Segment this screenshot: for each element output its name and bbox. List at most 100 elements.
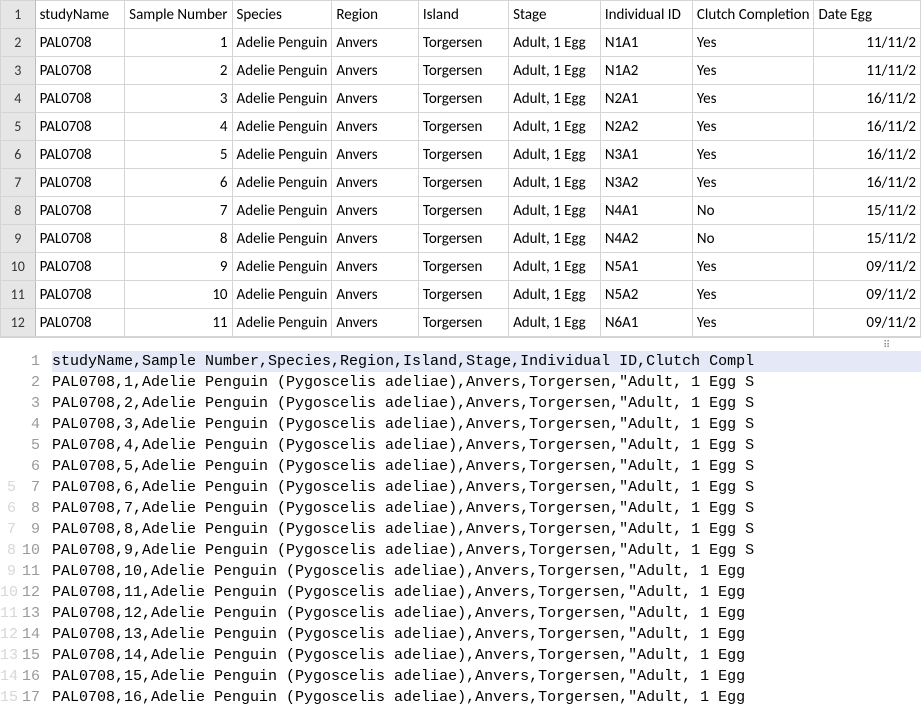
line-text[interactable]: PAL0708,11,Adelie Penguin (Pygoscelis ad… <box>52 582 921 603</box>
text-editor-panel[interactable]: 1studyName,Sample Number,Species,Region,… <box>0 351 921 708</box>
cell-species[interactable]: Adelie Penguin <box>232 85 332 113</box>
cell-species[interactable]: Adelie Penguin <box>232 113 332 141</box>
line-text[interactable]: PAL0708,14,Adelie Penguin (Pygoscelis ad… <box>52 645 921 666</box>
column-header[interactable]: Island <box>418 1 508 29</box>
cell-date[interactable]: 15/11/2 <box>814 197 921 225</box>
cell-sample[interactable]: 9 <box>125 253 232 281</box>
row-header[interactable]: 5 <box>1 113 36 141</box>
column-header[interactable]: studyName <box>35 1 125 29</box>
cell-indiv[interactable]: N5A2 <box>600 281 692 309</box>
cell-indiv[interactable]: N4A1 <box>600 197 692 225</box>
table-row[interactable]: 2PAL07081Adelie PenguinAnversTorgersenAd… <box>1 29 921 57</box>
cell-stage[interactable]: Adult, 1 Egg <box>509 57 601 85</box>
spreadsheet-panel[interactable]: 1studyNameSample NumberSpeciesRegionIsla… <box>0 0 921 337</box>
cell-study[interactable]: PAL0708 <box>35 113 125 141</box>
column-header[interactable]: Species <box>232 1 332 29</box>
line-text[interactable]: PAL0708,8,Adelie Penguin (Pygoscelis ade… <box>52 519 921 540</box>
cell-study[interactable]: PAL0708 <box>35 197 125 225</box>
cell-region[interactable]: Anvers <box>332 253 418 281</box>
cell-region[interactable]: Anvers <box>332 57 418 85</box>
line-text[interactable]: PAL0708,3,Adelie Penguin (Pygoscelis ade… <box>52 414 921 435</box>
line-text[interactable]: PAL0708,6,Adelie Penguin (Pygoscelis ade… <box>52 477 921 498</box>
row-header[interactable]: 4 <box>1 85 36 113</box>
cell-study[interactable]: PAL0708 <box>35 57 125 85</box>
line-text[interactable]: PAL0708,16,Adelie Penguin (Pygoscelis ad… <box>52 687 921 708</box>
cell-date[interactable]: 16/11/2 <box>814 113 921 141</box>
line-text[interactable]: PAL0708,10,Adelie Penguin (Pygoscelis ad… <box>52 561 921 582</box>
cell-clutch[interactable]: Yes <box>692 141 814 169</box>
cell-clutch[interactable]: No <box>692 197 814 225</box>
cell-clutch[interactable]: Yes <box>692 113 814 141</box>
row-header[interactable]: 3 <box>1 57 36 85</box>
editor-line[interactable]: 1113PAL0708,12,Adelie Penguin (Pygosceli… <box>0 603 921 624</box>
cell-indiv[interactable]: N3A2 <box>600 169 692 197</box>
cell-clutch[interactable]: Yes <box>692 57 814 85</box>
cell-study[interactable]: PAL0708 <box>35 141 125 169</box>
cell-sample[interactable]: 2 <box>125 57 232 85</box>
cell-species[interactable]: Adelie Penguin <box>232 281 332 309</box>
cell-region[interactable]: Anvers <box>332 29 418 57</box>
cell-study[interactable]: PAL0708 <box>35 281 125 309</box>
row-header[interactable]: 7 <box>1 169 36 197</box>
cell-indiv[interactable]: N1A2 <box>600 57 692 85</box>
cell-indiv[interactable]: N5A1 <box>600 253 692 281</box>
table-row[interactable]: 7PAL07086Adelie PenguinAnversTorgersenAd… <box>1 169 921 197</box>
row-header[interactable]: 2 <box>1 29 36 57</box>
cell-species[interactable]: Adelie Penguin <box>232 225 332 253</box>
cell-region[interactable]: Anvers <box>332 169 418 197</box>
cell-stage[interactable]: Adult, 1 Egg <box>509 197 601 225</box>
cell-island[interactable]: Torgersen <box>418 169 508 197</box>
line-text[interactable]: PAL0708,7,Adelie Penguin (Pygoscelis ade… <box>52 498 921 519</box>
row-header[interactable]: 12 <box>1 309 36 337</box>
cell-indiv[interactable]: N3A1 <box>600 141 692 169</box>
editor-line[interactable]: 911PAL0708,10,Adelie Penguin (Pygoscelis… <box>0 561 921 582</box>
editor-line[interactable]: 68PAL0708,7,Adelie Penguin (Pygoscelis a… <box>0 498 921 519</box>
cell-species[interactable]: Adelie Penguin <box>232 29 332 57</box>
cell-island[interactable]: Torgersen <box>418 309 508 337</box>
editor-line[interactable]: 1012PAL0708,11,Adelie Penguin (Pygosceli… <box>0 582 921 603</box>
cell-stage[interactable]: Adult, 1 Egg <box>509 169 601 197</box>
cell-sample[interactable]: 11 <box>125 309 232 337</box>
cell-region[interactable]: Anvers <box>332 309 418 337</box>
cell-clutch[interactable]: No <box>692 225 814 253</box>
cell-study[interactable]: PAL0708 <box>35 225 125 253</box>
row-header[interactable]: 6 <box>1 141 36 169</box>
cell-sample[interactable]: 8 <box>125 225 232 253</box>
editor-line[interactable]: 4PAL0708,3,Adelie Penguin (Pygoscelis ad… <box>0 414 921 435</box>
row-header[interactable]: 10 <box>1 253 36 281</box>
line-text[interactable]: PAL0708,4,Adelie Penguin (Pygoscelis ade… <box>52 435 921 456</box>
cell-stage[interactable]: Adult, 1 Egg <box>509 113 601 141</box>
editor-line[interactable]: 2PAL0708,1,Adelie Penguin (Pygoscelis ad… <box>0 372 921 393</box>
row-header[interactable]: 11 <box>1 281 36 309</box>
cell-sample[interactable]: 7 <box>125 197 232 225</box>
line-text[interactable]: studyName,Sample Number,Species,Region,I… <box>52 351 921 372</box>
table-row[interactable]: 10PAL07089Adelie PenguinAnversTorgersenA… <box>1 253 921 281</box>
cell-species[interactable]: Adelie Penguin <box>232 197 332 225</box>
editor-content[interactable]: 1studyName,Sample Number,Species,Region,… <box>0 351 921 708</box>
cell-date[interactable]: 11/11/2 <box>814 57 921 85</box>
table-row[interactable]: 3PAL07082Adelie PenguinAnversTorgersenAd… <box>1 57 921 85</box>
editor-line[interactable]: 57PAL0708,6,Adelie Penguin (Pygoscelis a… <box>0 477 921 498</box>
cell-date[interactable]: 16/11/2 <box>814 141 921 169</box>
cell-island[interactable]: Torgersen <box>418 281 508 309</box>
table-row[interactable]: 5PAL07084Adelie PenguinAnversTorgersenAd… <box>1 113 921 141</box>
cell-sample[interactable]: 4 <box>125 113 232 141</box>
cell-date[interactable]: 16/11/2 <box>814 85 921 113</box>
table-row[interactable]: 9PAL07088Adelie PenguinAnversTorgersenAd… <box>1 225 921 253</box>
cell-island[interactable]: Torgersen <box>418 253 508 281</box>
editor-line[interactable]: 1studyName,Sample Number,Species,Region,… <box>0 351 921 372</box>
cell-region[interactable]: Anvers <box>332 141 418 169</box>
editor-line[interactable]: 1517PAL0708,16,Adelie Penguin (Pygosceli… <box>0 687 921 708</box>
editor-line[interactable]: 79PAL0708,8,Adelie Penguin (Pygoscelis a… <box>0 519 921 540</box>
cell-species[interactable]: Adelie Penguin <box>232 57 332 85</box>
column-header[interactable]: Date Egg <box>814 1 921 29</box>
column-header[interactable]: Region <box>332 1 418 29</box>
cell-species[interactable]: Adelie Penguin <box>232 141 332 169</box>
cell-sample[interactable]: 3 <box>125 85 232 113</box>
drag-handle-icon[interactable]: ⠿ <box>883 341 891 349</box>
cell-indiv[interactable]: N2A1 <box>600 85 692 113</box>
cell-study[interactable]: PAL0708 <box>35 85 125 113</box>
table-row[interactable]: 6PAL07085Adelie PenguinAnversTorgersenAd… <box>1 141 921 169</box>
cell-study[interactable]: PAL0708 <box>35 309 125 337</box>
line-text[interactable]: PAL0708,5,Adelie Penguin (Pygoscelis ade… <box>52 456 921 477</box>
